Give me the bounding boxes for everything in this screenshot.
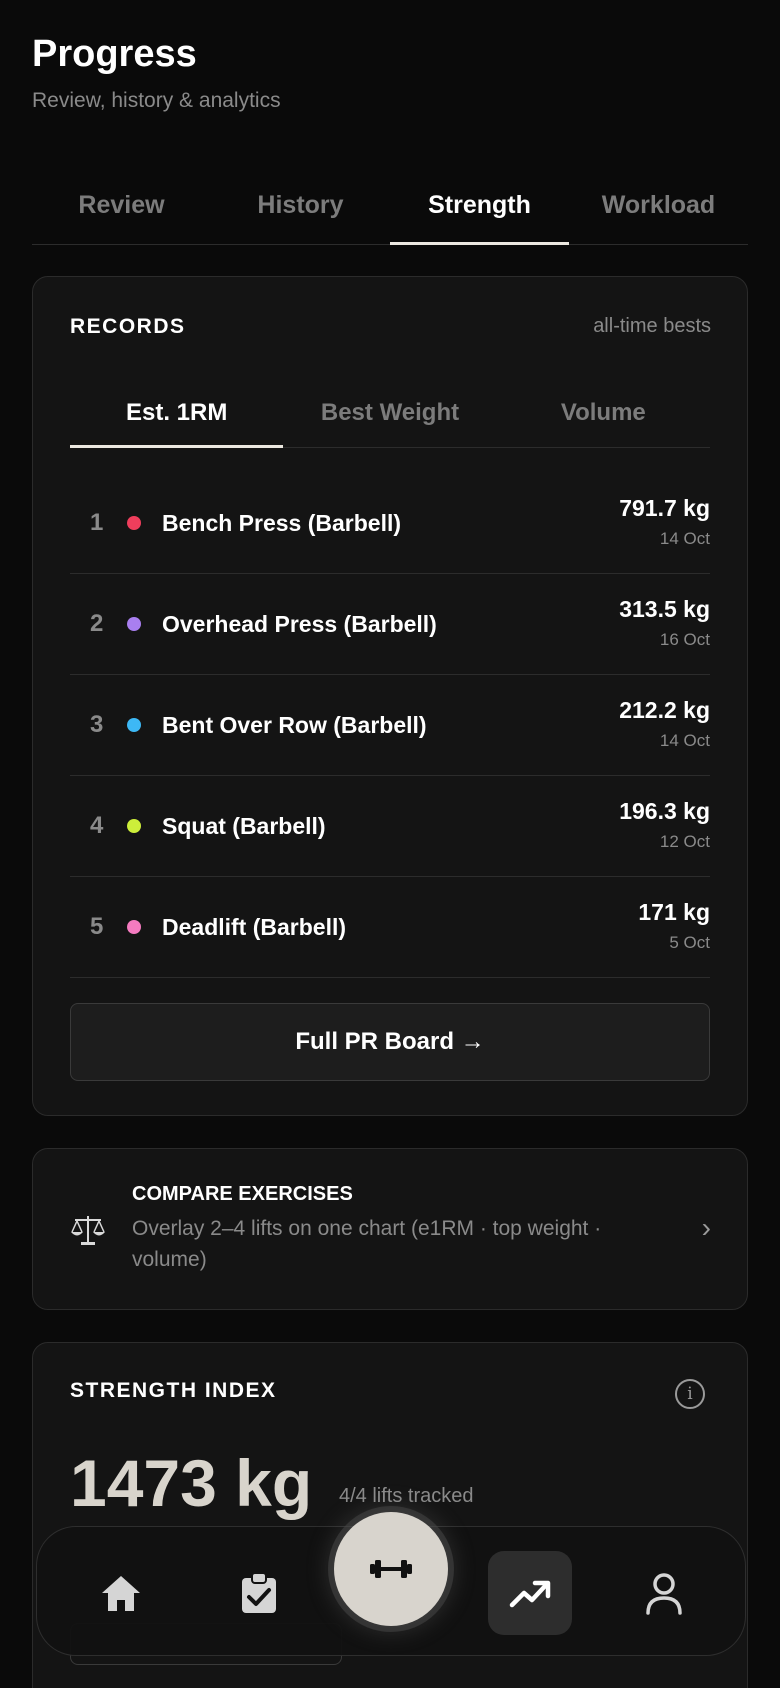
full-pr-board-button[interactable]: Full PR Board → — [70, 1003, 710, 1081]
record-color-dot — [127, 920, 141, 934]
tab-best-weight[interactable]: Best Weight — [283, 381, 496, 447]
home-icon — [102, 1576, 140, 1611]
start-workout-button[interactable] — [334, 1512, 448, 1626]
record-exercise-name: Bent Over Row (Barbell) — [162, 712, 427, 738]
scale-icon — [71, 1216, 105, 1245]
record-color-dot — [127, 516, 141, 530]
record-value: 313.5 kg — [619, 596, 710, 622]
page-subtitle: Review, history & analytics — [32, 89, 281, 112]
record-row[interactable]: 5 Deadlift (Barbell) 171 kg 5 Oct — [70, 877, 710, 978]
records-tab-bar: Est. 1RM Best Weight Volume — [70, 381, 710, 448]
record-date: 12 Oct — [659, 832, 710, 851]
record-rank: 3 — [90, 711, 104, 738]
chevron-right-icon: › — [701, 1212, 711, 1243]
compare-description: Overlay 2–4 lifts on one chart (e1RM · t… — [132, 1217, 602, 1271]
record-row[interactable]: 2 Overhead Press (Barbell) 313.5 kg 16 O… — [70, 574, 710, 675]
record-rank: 2 — [90, 610, 104, 637]
record-color-dot — [127, 617, 141, 631]
record-date: 5 Oct — [669, 933, 710, 952]
info-icon[interactable]: i — [675, 1379, 705, 1409]
tab-volume[interactable]: Volume — [497, 381, 710, 447]
compare-exercises-card[interactable]: COMPARE EXERCISES Overlay 2–4 lifts on o… — [32, 1148, 748, 1310]
strength-index-value: 1473 kg — [70, 1446, 313, 1520]
record-value: 171 kg — [638, 899, 710, 925]
record-exercise-name: Deadlift (Barbell) — [162, 914, 347, 940]
record-exercise-name: Overhead Press (Barbell) — [162, 611, 437, 637]
compare-title: COMPARE EXERCISES — [132, 1183, 353, 1205]
page-title: Progress — [32, 33, 197, 75]
clipboard-check-icon — [242, 1572, 276, 1613]
nav-profile[interactable] — [622, 1551, 706, 1635]
record-value: 791.7 kg — [619, 495, 710, 521]
nav-home[interactable] — [79, 1551, 163, 1635]
tab-workload[interactable]: Workload — [569, 176, 748, 244]
nav-progress[interactable] — [488, 1551, 572, 1635]
lifts-tracked-text: 4/4 lifts tracked — [339, 1485, 474, 1507]
record-rank: 1 — [90, 509, 104, 536]
dumbbell-icon — [370, 1560, 412, 1578]
record-exercise-name: Squat (Barbell) — [162, 813, 326, 839]
tab-strength[interactable]: Strength — [390, 176, 569, 245]
tab-history[interactable]: History — [211, 176, 390, 244]
person-icon — [646, 1573, 682, 1615]
record-row[interactable]: 1 Bench Press (Barbell) 791.7 kg 14 Oct — [70, 473, 710, 574]
trending-up-icon — [509, 1580, 551, 1608]
records-heading: RECORDS — [70, 315, 186, 338]
record-rank: 4 — [90, 812, 104, 839]
record-list: 1 Bench Press (Barbell) 791.7 kg 14 Oct … — [70, 473, 710, 978]
record-date: 16 Oct — [659, 630, 710, 649]
record-color-dot — [127, 819, 141, 833]
record-date: 14 Oct — [659, 529, 710, 548]
nav-workouts[interactable] — [217, 1551, 301, 1635]
record-row[interactable]: 3 Bent Over Row (Barbell) 212.2 kg 14 Oc… — [70, 675, 710, 776]
tab-review[interactable]: Review — [32, 176, 211, 244]
record-value: 212.2 kg — [619, 697, 710, 723]
tab-est-1rm[interactable]: Est. 1RM — [70, 381, 284, 448]
record-exercise-name: Bench Press (Barbell) — [162, 510, 402, 536]
records-card: RECORDS all-time bests Est. 1RM Best Wei… — [32, 276, 748, 1116]
progress-screen: Progress Review, history & analytics Rev… — [0, 0, 780, 1688]
strength-index-heading: STRENGTH INDEX — [70, 1379, 277, 1402]
record-row[interactable]: 4 Squat (Barbell) 196.3 kg 12 Oct — [70, 776, 710, 877]
record-color-dot — [127, 718, 141, 732]
record-rank: 5 — [90, 913, 104, 940]
main-tab-bar: Review History Strength Workload — [32, 176, 748, 245]
record-date: 14 Oct — [659, 731, 710, 750]
records-note: all-time bests — [593, 315, 711, 337]
record-value: 196.3 kg — [619, 798, 710, 824]
